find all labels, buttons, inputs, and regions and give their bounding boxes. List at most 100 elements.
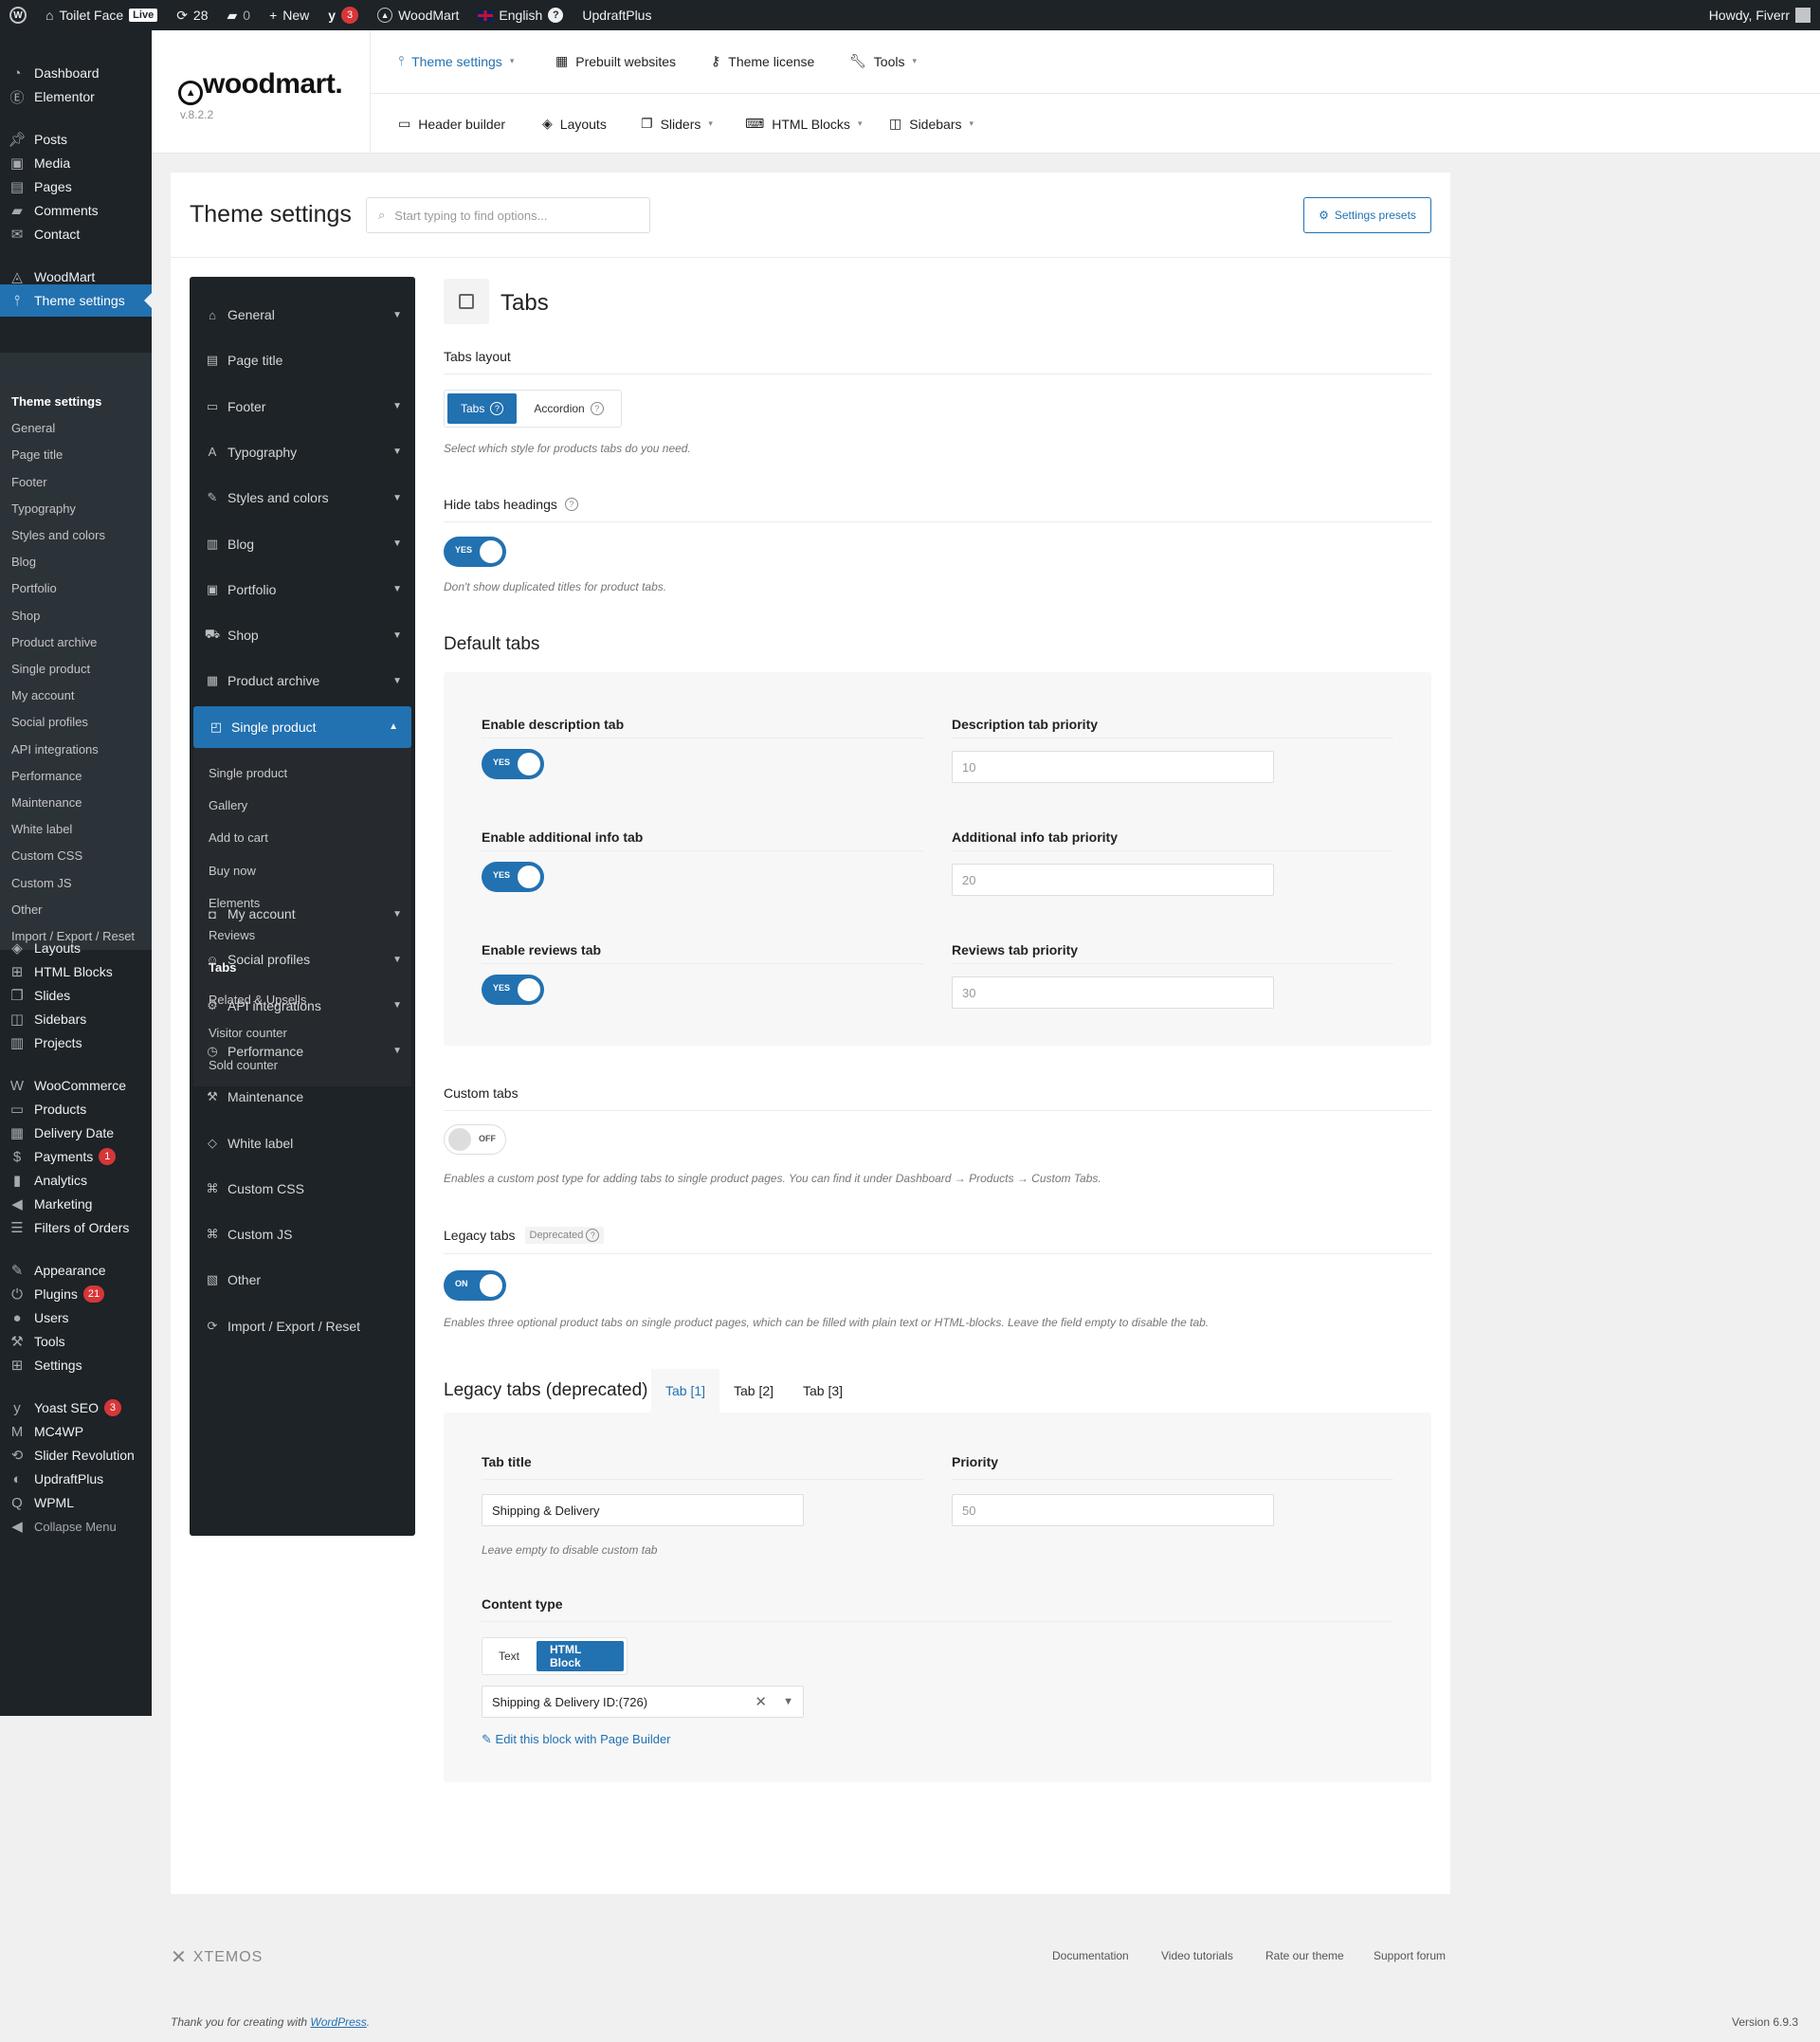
help-icon[interactable]: ? xyxy=(564,498,578,511)
settings-nav-page-title[interactable]: ▤ Page title xyxy=(190,339,415,381)
admin-menu-filters-of-orders[interactable]: ☰ Filters of Orders xyxy=(0,1212,152,1244)
settings-nav-general[interactable]: ⌂ General ▼ xyxy=(190,294,415,336)
priority-input[interactable]: 10 xyxy=(952,751,1274,783)
settings-nav-my-account[interactable]: ◘ My account ▼ xyxy=(190,893,415,935)
nav-html-blocks[interactable]: ⌨ HTML Blocks ▾ xyxy=(745,116,862,132)
settings-nav-white-label[interactable]: ◇ White label xyxy=(190,1122,415,1164)
yoast-menu[interactable]: y3 xyxy=(318,0,368,30)
settings-nav-styles-and-colors[interactable]: ✎ Styles and colors ▼ xyxy=(190,477,415,519)
submenu-custom-css[interactable]: Custom CSS xyxy=(11,848,82,863)
admin-menu-projects[interactable]: ▥ Projects xyxy=(0,1027,152,1059)
settings-nav-other[interactable]: ▧ Other xyxy=(190,1259,415,1301)
submenu-other[interactable]: Other xyxy=(11,902,43,917)
legacy-tabs-toggle[interactable]: ON xyxy=(444,1270,506,1301)
admin-menu-collapse-menu[interactable]: ◀ Collapse Menu xyxy=(0,1510,152,1542)
submenu-theme-settings[interactable]: Theme settings xyxy=(11,394,101,409)
settings-nav-product-archive[interactable]: ▦ Product archive ▼ xyxy=(190,660,415,702)
submenu-page-title[interactable]: Page title xyxy=(11,447,63,462)
custom-tabs-toggle[interactable]: OFF xyxy=(444,1124,506,1155)
submenu-typography[interactable]: Typography xyxy=(11,501,76,516)
site-name-menu[interactable]: ⌂ Toilet Face Live xyxy=(36,0,167,30)
settings-nav-shop[interactable]: ⛟ Shop ▼ xyxy=(190,614,415,656)
submenu-shop[interactable]: Shop xyxy=(11,609,40,623)
wp-logo-menu[interactable]: W xyxy=(0,0,36,30)
tab-legacy-2[interactable]: Tab [2] xyxy=(719,1369,788,1413)
nav-sidebars[interactable]: ◫ Sidebars ▾ xyxy=(889,116,974,132)
wordpress-link[interactable]: WordPress xyxy=(310,2015,366,2029)
updraft-menu[interactable]: UpdraftPlus xyxy=(573,0,661,30)
footer-rate-link[interactable]: Rate our theme xyxy=(1265,1949,1344,1962)
submenu-custom-js[interactable]: Custom JS xyxy=(11,876,72,890)
settings-nav-custom-js[interactable]: ⌘ Custom JS xyxy=(190,1213,415,1255)
nav-theme-settings[interactable]: ⫯ Theme settings ▾ xyxy=(398,53,514,69)
woodmart-menu[interactable]: ▲ WoodMart xyxy=(368,0,468,30)
settings-nav-single-product[interactable]: ◰ Single product ▲ xyxy=(193,705,411,748)
settings-nav-maintenance[interactable]: ⚒ Maintenance xyxy=(190,1076,415,1118)
settings-nav-portfolio[interactable]: ▣ Portfolio ▼ xyxy=(190,569,415,611)
updates-menu[interactable]: ⟳ 28 xyxy=(167,0,217,30)
submenu-performance[interactable]: Performance xyxy=(11,769,82,783)
tabs-layout-accordion-option[interactable]: Accordion? xyxy=(520,393,616,424)
xtemos-logo[interactable]: ✕ XTEMOS xyxy=(171,1945,263,1969)
tab-title-input[interactable]: Shipping & Delivery xyxy=(482,1494,804,1526)
settings-subnav-gallery[interactable]: Gallery xyxy=(209,798,247,812)
submenu-maintenance[interactable]: Maintenance xyxy=(11,795,82,810)
settings-nav-api-integrations[interactable]: ⚙ API integrations ▼ xyxy=(190,985,415,1027)
footer-documentation-link[interactable]: Documentation xyxy=(1052,1949,1129,1962)
comments-menu[interactable]: ▰ 0 xyxy=(218,0,261,30)
priority-input[interactable]: 30 xyxy=(952,976,1274,1009)
nav-tools[interactable]: 🔧︎ Tools ▾ xyxy=(849,53,917,69)
tab-legacy-3[interactable]: Tab [3] xyxy=(789,1369,857,1413)
default-tab-toggle[interactable]: YES xyxy=(482,749,544,779)
woodmart-logo[interactable]: ▲ woodmart. xyxy=(178,68,343,105)
default-tab-toggle[interactable]: YES xyxy=(482,975,544,1005)
nav-layouts[interactable]: ◈ Layouts xyxy=(542,116,607,132)
footer-video-tutorials-link[interactable]: Video tutorials xyxy=(1161,1949,1233,1962)
admin-menu-contact[interactable]: ✉ Contact xyxy=(0,218,152,250)
language-menu[interactable]: English? xyxy=(468,0,573,30)
footer-support-link[interactable]: Support forum xyxy=(1374,1949,1446,1962)
tab-legacy-1[interactable]: Tab [1] xyxy=(651,1369,720,1413)
settings-nav-performance[interactable]: ◷ Performance ▼ xyxy=(190,1030,415,1072)
priority-input[interactable]: 50 xyxy=(952,1494,1274,1526)
settings-nav-typography[interactable]: A Typography ▼ xyxy=(190,431,415,473)
admin-menu-elementor[interactable]: Ⓔ Elementor xyxy=(0,81,152,113)
settings-nav-footer[interactable]: ▭ Footer ▼ xyxy=(190,386,415,428)
submenu-white-label[interactable]: White label xyxy=(11,822,72,836)
settings-subnav-add-to-cart[interactable]: Add to cart xyxy=(209,830,268,845)
submenu-api-integrations[interactable]: API integrations xyxy=(11,742,99,757)
new-content-menu[interactable]: + New xyxy=(260,0,318,30)
edit-block-link[interactable]: ✎ Edit this block with Page Builder xyxy=(482,1732,671,1747)
chevron-down-icon[interactable]: ▼ xyxy=(783,1696,793,1707)
admin-menu-theme-settings[interactable]: ⫯ Theme settings xyxy=(0,284,152,317)
submenu-styles-and-colors[interactable]: Styles and colors xyxy=(11,528,105,542)
default-tab-toggle[interactable]: YES xyxy=(482,862,544,892)
nav-prebuilt-websites[interactable]: ▦ Prebuilt websites xyxy=(555,53,676,69)
submenu-my-account[interactable]: My account xyxy=(11,688,74,702)
html-block-select[interactable]: Shipping & Delivery ID:(726) ✕ ▼ xyxy=(482,1686,804,1718)
clear-icon[interactable]: ✕ xyxy=(755,1693,767,1710)
tabs-layout-tabs-option[interactable]: Tabs? xyxy=(447,393,518,424)
nav-theme-license[interactable]: ⚷ Theme license xyxy=(711,53,814,69)
submenu-footer[interactable]: Footer xyxy=(11,475,47,489)
nav-header-builder[interactable]: ▭ Header builder xyxy=(398,116,505,132)
account-menu[interactable]: Howdy, Fiverr xyxy=(1700,0,1820,30)
submenu-social-profiles[interactable]: Social profiles xyxy=(11,715,88,729)
content-type-html-option[interactable]: HTML Block xyxy=(537,1641,624,1671)
settings-nav-import-export-reset[interactable]: ⟳ Import / Export / Reset xyxy=(190,1305,415,1347)
search-input[interactable]: ⌕ Start typing to find options... xyxy=(366,197,650,233)
nav-sliders[interactable]: ❐ Sliders ▾ xyxy=(641,116,713,132)
hide-headings-toggle[interactable]: YES xyxy=(444,537,506,567)
settings-nav-custom-css[interactable]: ⌘ Custom CSS xyxy=(190,1168,415,1210)
submenu-single-product[interactable]: Single product xyxy=(11,662,90,676)
priority-input[interactable]: 20 xyxy=(952,864,1274,896)
content-type-text-option[interactable]: Text xyxy=(485,1641,533,1671)
settings-subnav-single-product[interactable]: Single product xyxy=(209,766,287,780)
submenu-blog[interactable]: Blog xyxy=(11,555,36,569)
settings-nav-blog[interactable]: ▥ Blog ▼ xyxy=(190,523,415,565)
settings-nav-social-profiles[interactable]: ☺ Social profiles ▼ xyxy=(190,939,415,980)
settings-presets-button[interactable]: ⚙ Settings presets xyxy=(1303,197,1431,233)
admin-menu-settings[interactable]: ⊞ Settings xyxy=(0,1349,152,1381)
settings-subnav-buy-now[interactable]: Buy now xyxy=(209,864,256,878)
submenu-portfolio[interactable]: Portfolio xyxy=(11,581,57,595)
